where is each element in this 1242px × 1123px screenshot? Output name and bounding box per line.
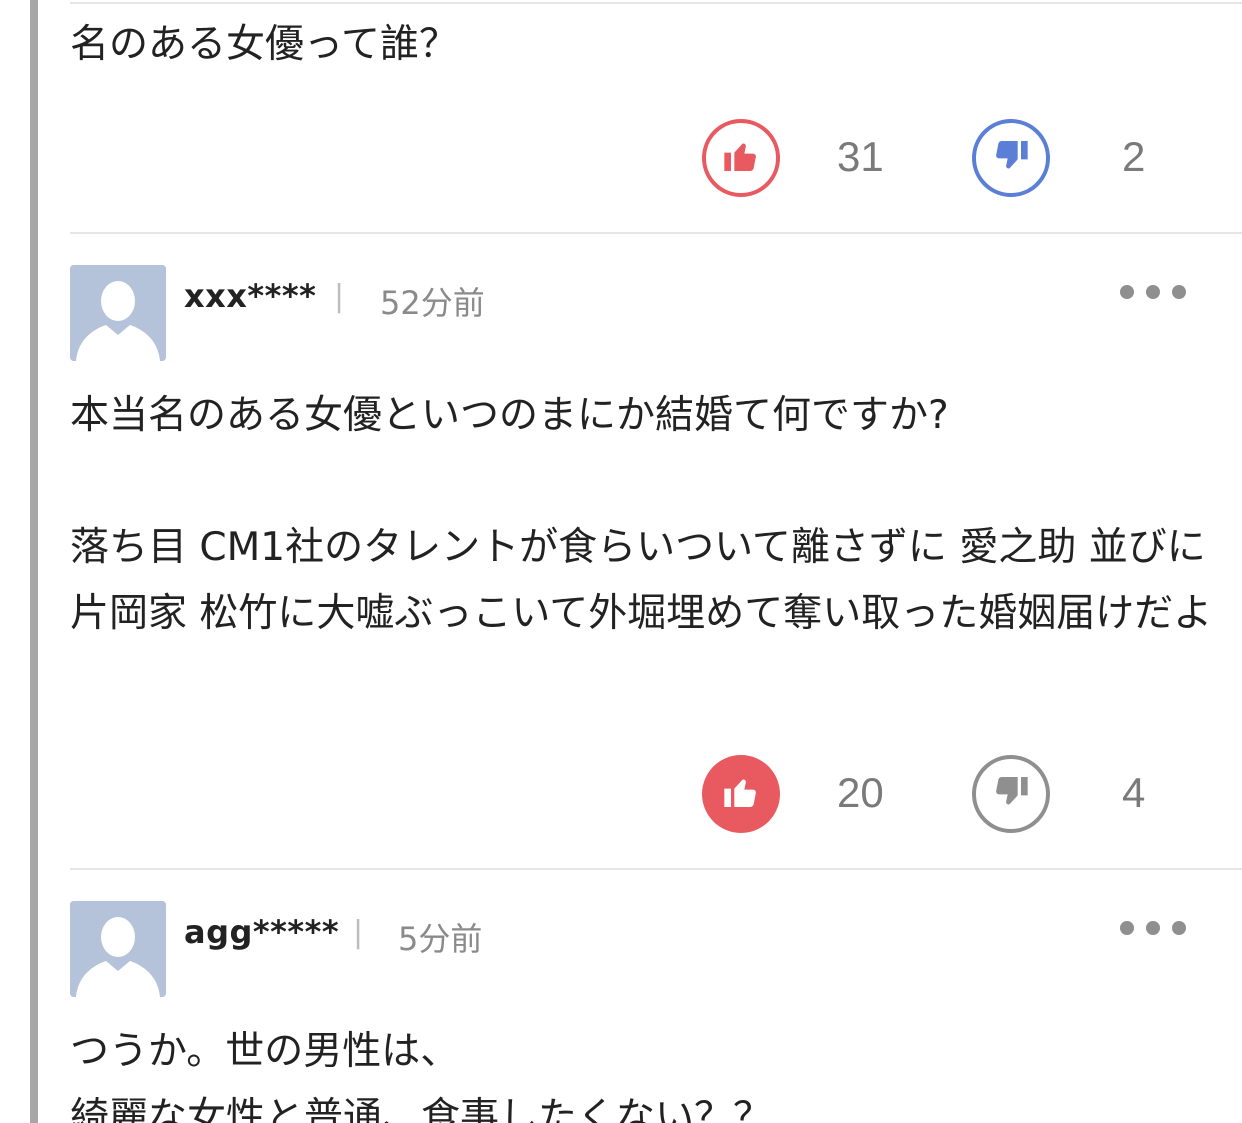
vote-row: 20 4 (70, 755, 1242, 839)
more-options-button[interactable] (1120, 279, 1186, 305)
dislike-count: 2 (1122, 133, 1146, 180)
thumbs-down-button[interactable] (972, 119, 1050, 197)
thumbs-down-icon (991, 772, 1031, 816)
divider (70, 232, 1242, 234)
timestamp: 52分前 (380, 284, 485, 322)
username[interactable]: agg***** (184, 913, 339, 951)
thumbs-down-icon (991, 136, 1031, 180)
comment-body: つうか。世の男性は、 綺麗な女性と普通、食事したくない？？ (70, 1029, 773, 1123)
like-count: 20 (837, 769, 884, 816)
comment-header: agg***** | 5分前 (70, 901, 1242, 997)
comment-thread: 名のある女優って誰？ 31 2 xxx**** | 52分前 本当名のある女優と… (0, 0, 1242, 1123)
more-options-button[interactable] (1120, 915, 1186, 941)
comment-body: 名のある女優って誰？ (70, 22, 459, 67)
like-count: 31 (837, 133, 884, 180)
header-separator: | (353, 915, 364, 950)
timestamp: 5分前 (398, 920, 483, 958)
default-avatar-icon (70, 901, 166, 997)
dislike-count: 4 (1122, 769, 1146, 816)
thumbs-up-icon (721, 772, 761, 816)
header-separator: | (334, 279, 345, 314)
avatar[interactable] (70, 265, 166, 361)
more-horizontal-icon (1120, 921, 1134, 935)
thumbs-down-button[interactable] (972, 755, 1050, 833)
username[interactable]: xxx**** (184, 277, 316, 315)
comment-body: 本当名のある女優といつのまにか結婚て何ですか? 落ち目 CM1社のタレントが食ら… (70, 393, 1213, 636)
avatar[interactable] (70, 901, 166, 997)
thumbs-up-button[interactable] (702, 119, 780, 197)
more-horizontal-icon (1120, 285, 1134, 299)
reply-thread-bar (30, 0, 38, 1123)
thumbs-up-icon (721, 136, 761, 180)
vote-row: 31 2 (70, 119, 1242, 203)
comment-header: xxx**** | 52分前 (70, 265, 1242, 361)
thumbs-up-button[interactable] (702, 755, 780, 833)
default-avatar-icon (70, 265, 166, 361)
divider (70, 2, 1242, 4)
divider (70, 868, 1242, 870)
